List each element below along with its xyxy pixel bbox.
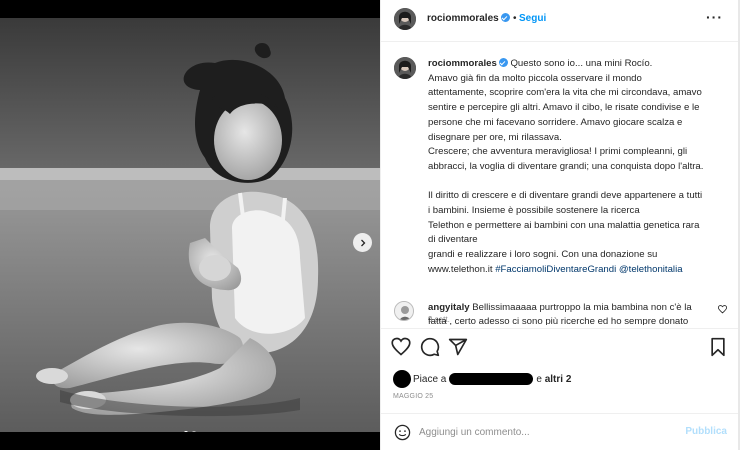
caption-line: www.telethon.it xyxy=(428,263,496,275)
comment-input[interactable] xyxy=(419,424,659,440)
caption-line: sentire e percepire gli altri. Amavo il … xyxy=(428,102,700,114)
caption-line: i bambini. Insieme è possibile sostenere… xyxy=(428,205,640,217)
instagram-post-window: rociommorales • Segui ··· rociommorales … xyxy=(0,0,740,450)
verified-icon xyxy=(498,58,508,67)
caption-text: rociommorales Questo sono io... una mini… xyxy=(428,57,728,278)
caption-line: Questo sono io... una mini Rocío. xyxy=(510,58,653,69)
caption-line: disegnare per ore, mi rilassava. xyxy=(428,131,562,143)
share-icon xyxy=(448,338,468,356)
share-button[interactable] xyxy=(448,337,468,360)
likes-others-link[interactable]: altri 2 xyxy=(545,374,572,385)
comment-line: Bellissimaaaaa purtroppo la mia bambina … xyxy=(472,302,692,313)
post-photo[interactable] xyxy=(0,18,380,433)
media-bottom-letterbox xyxy=(0,432,380,450)
likes-summary: Piace a e altri 2 xyxy=(393,370,571,388)
emoji-button[interactable] xyxy=(394,424,411,444)
caption-username[interactable]: rociommorales xyxy=(428,58,497,69)
avatar-image xyxy=(394,57,416,79)
author-username-text: rociommorales xyxy=(427,13,499,24)
post-sidebar: rociommorales • Segui ··· rociommorales … xyxy=(380,0,740,450)
header-separator: • xyxy=(513,13,517,24)
likes-prefix: Piace a xyxy=(413,373,447,385)
comments-section: rociommorales Questo sono io... una mini… xyxy=(381,43,740,325)
emoji-icon xyxy=(394,424,411,441)
redacted-username xyxy=(449,373,534,385)
caption-line: Amavo già fin da molto piccola osservare… xyxy=(428,72,642,84)
avatar-image xyxy=(394,8,416,30)
avatar-image xyxy=(395,302,413,320)
caption-line: persone che mi facevano sorridere. Amavo… xyxy=(428,116,683,128)
publish-button[interactable]: Pubblica xyxy=(685,426,727,437)
author-username[interactable]: rociommorales xyxy=(427,13,510,24)
caption-line: attentamente, scoprire com'era la vita c… xyxy=(428,87,702,99)
chevron-right-icon xyxy=(360,239,365,246)
bookmark-icon xyxy=(711,337,725,357)
caption-line: abbracci, la voglia di diventare grandi;… xyxy=(428,160,704,172)
hashtag-link[interactable]: #FacciamoliDiventareGrandi xyxy=(495,264,616,275)
heart-icon xyxy=(391,337,411,356)
next-image-button[interactable] xyxy=(353,233,372,252)
liker-avatar[interactable] xyxy=(393,370,411,388)
post-actions: Piace a e altri 2 MAGGIO 25 xyxy=(381,328,740,412)
comment-like-button[interactable] xyxy=(717,305,728,317)
comment-button[interactable] xyxy=(420,337,440,360)
comment-icon xyxy=(420,337,440,357)
heart-icon xyxy=(717,305,728,314)
toddler-beach-photo xyxy=(0,18,380,433)
caption-line: Crescere; che avventura meravigliosa! I … xyxy=(428,146,688,158)
post-header: rociommorales • Segui ··· xyxy=(381,0,740,42)
verified-icon xyxy=(500,13,510,22)
likes-conjunction: e xyxy=(536,373,542,385)
author-avatar[interactable] xyxy=(394,8,416,30)
comment-line: fatta , certo adesso ci sono più ricerch… xyxy=(428,316,689,325)
commenter-username[interactable]: angyitaly xyxy=(428,302,470,313)
mention-link[interactable]: @telethonitalia xyxy=(619,264,683,275)
like-button[interactable] xyxy=(391,337,411,360)
comment-text: angyitaly Bellissimaaaaa purtroppo la mi… xyxy=(428,301,706,325)
caption-author-avatar[interactable] xyxy=(394,57,416,79)
more-icon[interactable]: ··· xyxy=(706,9,723,25)
caption-line: grandi e realizzare i loro sogni. Con un… xyxy=(428,249,658,261)
caption-line: Il diritto di crescere e di diventare gr… xyxy=(428,190,703,202)
comment-item: angyitaly Bellissimaaaaa purtroppo la mi… xyxy=(381,298,740,328)
save-button[interactable] xyxy=(708,337,728,360)
post-date[interactable]: MAGGIO 25 xyxy=(393,393,433,400)
caption-line: di diventare xyxy=(428,234,478,246)
add-comment-bar: Pubblica xyxy=(381,413,740,450)
follow-button[interactable]: Segui xyxy=(519,13,546,24)
media-top-letterbox xyxy=(0,0,380,18)
caption-line: Telethon e permettere ai bambini con una… xyxy=(428,219,700,231)
commenter-avatar[interactable] xyxy=(394,301,414,321)
